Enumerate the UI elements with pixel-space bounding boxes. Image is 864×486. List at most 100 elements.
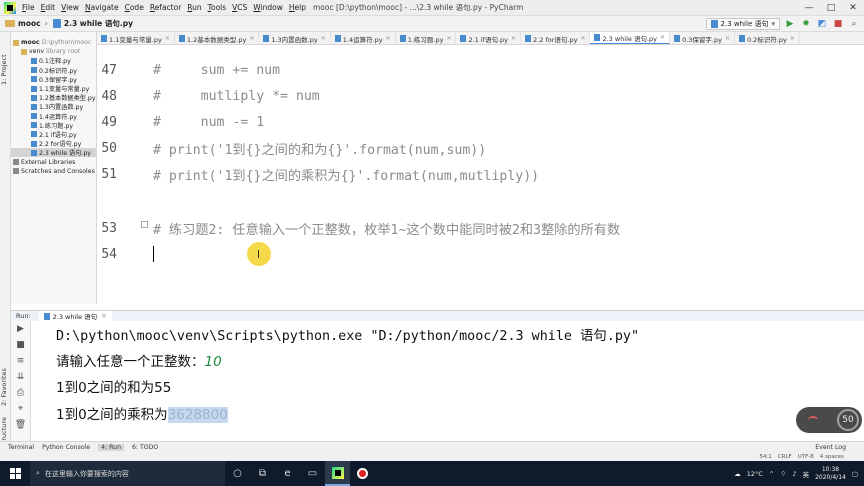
- fold-marker-icon[interactable]: [141, 221, 148, 228]
- menu-view[interactable]: View: [58, 3, 82, 12]
- scroll-to-end-icon[interactable]: ⇊: [11, 369, 30, 385]
- console-output[interactable]: D:\python\mooc\venv\Scripts\python.exe "…: [31, 321, 864, 441]
- close-icon[interactable]: ✕: [725, 35, 730, 42]
- editor-tab[interactable]: 1.3内置函数.py ✕: [259, 32, 331, 44]
- project-panel: mooc D:\python\mooc venv library root 0.…: [11, 32, 97, 304]
- terminal-tab[interactable]: Terminal: [8, 444, 34, 451]
- close-icon[interactable]: ✕: [660, 34, 665, 41]
- editor-tab[interactable]: 1.练习题.py ✕: [396, 32, 457, 44]
- close-icon[interactable]: ✕: [321, 35, 326, 42]
- menu-refactor[interactable]: Refactor: [147, 3, 184, 12]
- network-icon[interactable]: ⌔: [780, 469, 786, 478]
- selected-text[interactable]: 3628800: [167, 407, 228, 423]
- caret-position[interactable]: 54:1: [759, 454, 771, 460]
- python-console-tab[interactable]: Python Console: [42, 444, 90, 451]
- tree-item-file[interactable]: 0.1注释.py: [11, 56, 96, 65]
- close-icon[interactable]: ✕: [790, 35, 795, 42]
- menu-window[interactable]: Window: [250, 3, 286, 12]
- tree-item-mooc[interactable]: mooc D:\python\mooc: [11, 38, 96, 47]
- recorder-taskbar-icon[interactable]: [350, 461, 375, 486]
- menu-navigate[interactable]: Navigate: [82, 3, 122, 12]
- tree-item-file[interactable]: 1.3内置函数.py: [11, 102, 96, 111]
- editor-tab[interactable]: 1.2基本数据类型.py ✕: [175, 32, 260, 44]
- line-separator[interactable]: CRLF: [778, 454, 792, 460]
- tree-item-file-selected[interactable]: 2.3 while 语句.py: [11, 148, 96, 158]
- start-button[interactable]: [0, 461, 30, 486]
- print-icon[interactable]: ⎙: [11, 385, 30, 401]
- file-explorer-icon[interactable]: ▭: [300, 461, 325, 486]
- editor-tab-active[interactable]: 2.3 while 语句.py ✕: [590, 32, 671, 44]
- run-icon[interactable]: ▶: [784, 18, 796, 30]
- record-icon: [357, 468, 368, 479]
- soft-wrap-icon[interactable]: ≡: [11, 353, 30, 369]
- coverage-icon[interactable]: ◩: [816, 18, 828, 30]
- pin-icon[interactable]: ⌖: [11, 401, 30, 417]
- menu-help[interactable]: Help: [286, 3, 309, 12]
- close-button[interactable]: ✕: [842, 0, 864, 16]
- editor-tab[interactable]: 2.2 for语句.py ✕: [521, 32, 591, 44]
- chevron-up-icon[interactable]: ⌃: [769, 470, 774, 478]
- taskbar-search[interactable]: ⌕ 在这里输入你要搜索的内容: [30, 461, 225, 486]
- python-file-icon: [31, 140, 37, 147]
- project-tool-tab[interactable]: 1: Project: [0, 40, 11, 100]
- close-icon[interactable]: ✕: [249, 35, 254, 42]
- menu-tools[interactable]: Tools: [205, 3, 229, 12]
- tree-item-file[interactable]: 1.2基本数据类型.py: [11, 93, 96, 102]
- menu-vcs[interactable]: VCS: [229, 3, 250, 12]
- editor-tab[interactable]: 1.4运算符.py ✕: [331, 32, 396, 44]
- event-log-tab[interactable]: Event Log: [815, 444, 846, 451]
- editor-tab[interactable]: 1.1变量与常量.py ✕: [97, 32, 175, 44]
- menu-edit[interactable]: Edit: [38, 3, 59, 12]
- minimize-button[interactable]: —: [798, 0, 820, 16]
- close-icon[interactable]: ✕: [580, 35, 585, 42]
- cortana-icon[interactable]: ○: [225, 461, 250, 486]
- close-icon[interactable]: ✕: [511, 35, 516, 42]
- tree-item-file[interactable]: 0.3保留字.py: [11, 75, 96, 84]
- editor-tab[interactable]: 0.3保留字.py ✕: [670, 32, 735, 44]
- run-tool-tab[interactable]: 4: Run: [98, 444, 124, 451]
- weather-temp[interactable]: 12°C: [747, 470, 763, 478]
- close-icon[interactable]: ✕: [165, 35, 170, 42]
- run-tab[interactable]: 2.3 while 语句 ✕: [38, 310, 112, 322]
- pycharm-taskbar-icon[interactable]: [325, 461, 350, 486]
- menu-run[interactable]: Run: [184, 3, 204, 12]
- stop-icon[interactable]: ■: [832, 18, 844, 30]
- notification-icon[interactable]: ▢: [852, 470, 858, 478]
- rerun-icon[interactable]: ▶: [11, 321, 30, 337]
- task-view-icon[interactable]: ⧉: [250, 461, 275, 486]
- weather-icon[interactable]: ☁: [734, 470, 741, 478]
- menu-file[interactable]: File: [19, 3, 38, 12]
- tree-item-file[interactable]: 2.1 if语句.py: [11, 130, 96, 139]
- network-speed-badge[interactable]: 50: [796, 407, 862, 433]
- close-icon[interactable]: ✕: [386, 35, 391, 42]
- stop-icon[interactable]: ■: [11, 337, 30, 353]
- tree-item-file[interactable]: 0.2标识符.py: [11, 66, 96, 75]
- tree-item-external-libraries[interactable]: External Libraries: [11, 157, 96, 166]
- file-encoding[interactable]: UTF-8: [798, 454, 814, 460]
- debug-icon[interactable]: ✹: [800, 18, 812, 30]
- search-icon[interactable]: ⌕: [848, 18, 860, 30]
- volume-icon[interactable]: ♪: [792, 470, 796, 478]
- tree-item-scratches[interactable]: Scratches and Consoles: [11, 167, 96, 176]
- breadcrumb-file[interactable]: 2.3 while 语句.py: [48, 18, 133, 29]
- indent-setting[interactable]: 4 spaces: [820, 454, 844, 460]
- tree-item-file[interactable]: 1.4运算符.py: [11, 112, 96, 121]
- run-configuration-select[interactable]: 2.3 while 语句 ▾: [705, 18, 780, 30]
- favorites-tool-tab[interactable]: 2: Favorites: [0, 362, 11, 412]
- taskbar-clock[interactable]: 10:38 2020/4/14: [815, 466, 846, 482]
- todo-tab[interactable]: 6: TODO: [132, 444, 158, 451]
- close-icon[interactable]: ✕: [446, 35, 451, 42]
- trash-icon[interactable]: 🗑: [11, 417, 30, 433]
- tree-item-file[interactable]: 1.1变量与常量.py: [11, 84, 96, 93]
- tree-item-venv[interactable]: venv library root: [11, 47, 96, 56]
- breadcrumb-project[interactable]: mooc ›: [0, 19, 48, 28]
- editor-tab[interactable]: 0.2标识符.py ✕: [735, 32, 800, 44]
- close-icon[interactable]: ✕: [101, 312, 106, 320]
- input-language[interactable]: 英: [803, 469, 810, 479]
- edge-icon[interactable]: e: [275, 461, 300, 486]
- tree-item-file[interactable]: 1.练习题.py: [11, 121, 96, 130]
- tree-item-file[interactable]: 2.2 for语句.py: [11, 139, 96, 148]
- menu-code[interactable]: Code: [122, 3, 147, 12]
- editor-tab[interactable]: 2.1 if语句.py ✕: [456, 32, 522, 44]
- maximize-button[interactable]: □: [820, 0, 842, 16]
